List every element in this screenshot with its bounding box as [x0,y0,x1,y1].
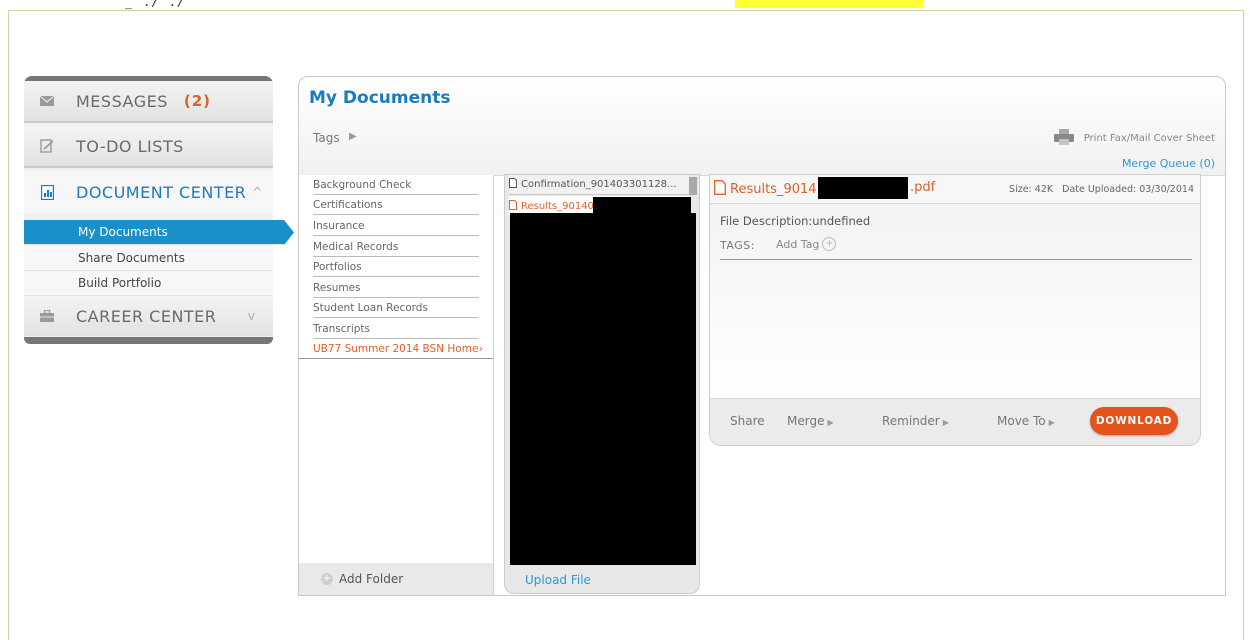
sidebar-item-label: TO-DO LISTS [76,136,184,156]
merge-queue-link[interactable]: Merge Queue (0) [1122,157,1215,170]
merge-button[interactable]: Merge ▶ [787,414,834,428]
redaction-block [510,213,696,565]
sidebar-subitem-share-documents[interactable]: Share Documents [24,246,273,271]
reminder-label: Reminder [882,414,940,428]
folder-item[interactable]: Insurance [313,216,479,236]
highlight-strip [735,0,923,8]
folder-item[interactable]: Portfolios [313,257,479,277]
folder-item-active[interactable]: UB77 Summer 2014 BSN Home › [299,339,493,359]
triangle-right-icon: ▶ [942,418,949,427]
file-detail-panel: Results_9014 .pdf Size: 42K Date Uploade… [709,174,1201,446]
share-label: Share [730,414,765,428]
tags-label: TAGS: [720,239,755,252]
file-item-label: Results_90140 [521,200,594,212]
document-chart-icon [38,183,56,201]
file-extension-text: .pdf [910,180,936,195]
folder-item[interactable]: Resumes [313,278,479,298]
documents-panel: My Documents Tags ▶ Print Fax/Mail Cover… [298,76,1226,596]
folder-item[interactable]: Background Check [313,175,479,195]
chevron-up-icon: ^ [252,185,263,199]
upload-file-link[interactable]: Upload File [525,573,591,587]
file-description: File Description:undefined [720,214,871,228]
add-folder-label: Add Folder [339,572,404,586]
file-detail-header: Results_9014 .pdf Size: 42K Date Uploade… [710,175,1200,204]
sidebar-nav: MESSAGES (2) TO-DO LISTS DOCUMENT CENTER… [24,76,294,344]
move-to-button[interactable]: Move To ▶ [997,414,1055,428]
redaction-block [593,197,691,214]
folder-item[interactable]: Student Loan Records [313,298,479,318]
sidebar-item-label: MESSAGES [76,91,168,111]
sidebar-item-document-center[interactable]: DOCUMENT CENTER ^ [24,171,273,213]
plus-icon: + [321,573,333,585]
sidebar-item-career-center[interactable]: CAREER CENTER v [24,296,273,336]
triangle-right-icon: ▶ [1048,418,1055,427]
briefcase-icon [38,307,56,325]
folder-item[interactable]: Certifications [313,195,479,215]
print-link-label: Print Fax/Mail Cover Sheet [1083,133,1215,144]
sidebar-item-todo-lists[interactable]: TO-DO LISTS [24,126,273,168]
file-tags-row: TAGS: Add Tag + [720,237,1192,260]
pdf-file-icon [714,180,726,199]
file-icon [509,178,517,191]
redaction-block [818,177,908,199]
messages-count-badge: (2) [183,92,212,110]
reminder-button[interactable]: Reminder ▶ [882,414,949,428]
tags-expand-icon[interactable]: ▶ [349,131,357,142]
folder-item[interactable]: Transcripts [313,319,479,339]
file-item[interactable]: Confirmation_901403301128... [509,175,689,195]
file-meta: Size: 42K Date Uploaded: 03/30/2014 [1003,184,1194,195]
file-actions-bar: Share Merge ▶ Reminder ▶ Move To ▶ DOWNLOAD [710,398,1200,445]
sidebar-subitem-my-documents[interactable]: My Documents [24,220,294,245]
file-name-text: Results_9014 [730,182,817,197]
print-cover-sheet-link[interactable]: Print Fax/Mail Cover Sheet [1053,129,1215,148]
triangle-right-icon: ▶ [827,418,834,427]
folder-list: Background Check Certifications Insuranc… [299,175,494,595]
scrollbar-thumb[interactable] [689,177,697,195]
plus-icon: + [822,237,837,251]
share-button[interactable]: Share [730,414,765,428]
file-item-label: Confirmation_901403301128... [521,179,677,190]
file-size: Size: 42K [1009,184,1054,195]
add-folder-button[interactable]: + Add Folder [299,563,493,595]
tags-filter-label[interactable]: Tags [313,131,340,145]
page-title: My Documents [309,88,451,108]
chevron-down-icon: v [247,309,255,323]
sidebar-subitem-build-portfolio[interactable]: Build Portfolio [24,271,273,296]
pdf-file-icon [509,199,517,213]
chevron-right-icon: › [478,342,483,355]
file-detail-body: File Description:undefined TAGS: Add Tag… [710,204,1200,400]
checklist-icon [38,137,56,155]
add-tag-label: Add Tag [776,237,820,251]
printer-icon [1053,129,1074,148]
folder-item[interactable]: Medical Records [313,237,479,257]
download-button[interactable]: DOWNLOAD [1090,407,1178,435]
envelope-icon [38,92,56,110]
sidebar-item-label: DOCUMENT CENTER [76,182,247,202]
file-detail-name: Results_9014 [714,180,817,199]
move-to-label: Move To [997,414,1046,428]
folder-item-label: UB77 Summer 2014 BSN Home [313,342,479,355]
sidebar-item-label: CAREER CENTER [76,306,217,326]
file-list: Confirmation_901403301128... Results_901… [504,174,700,594]
top-cutoff-text: _ ./ ./ [125,0,188,10]
add-tag-button[interactable]: Add Tag + [776,237,837,251]
sidebar-item-messages[interactable]: MESSAGES (2) [24,81,273,123]
file-upload-date: Date Uploaded: 03/30/2014 [1062,184,1194,195]
merge-label: Merge [787,414,825,428]
documents-header: My Documents Tags ▶ Print Fax/Mail Cover… [299,77,1225,176]
